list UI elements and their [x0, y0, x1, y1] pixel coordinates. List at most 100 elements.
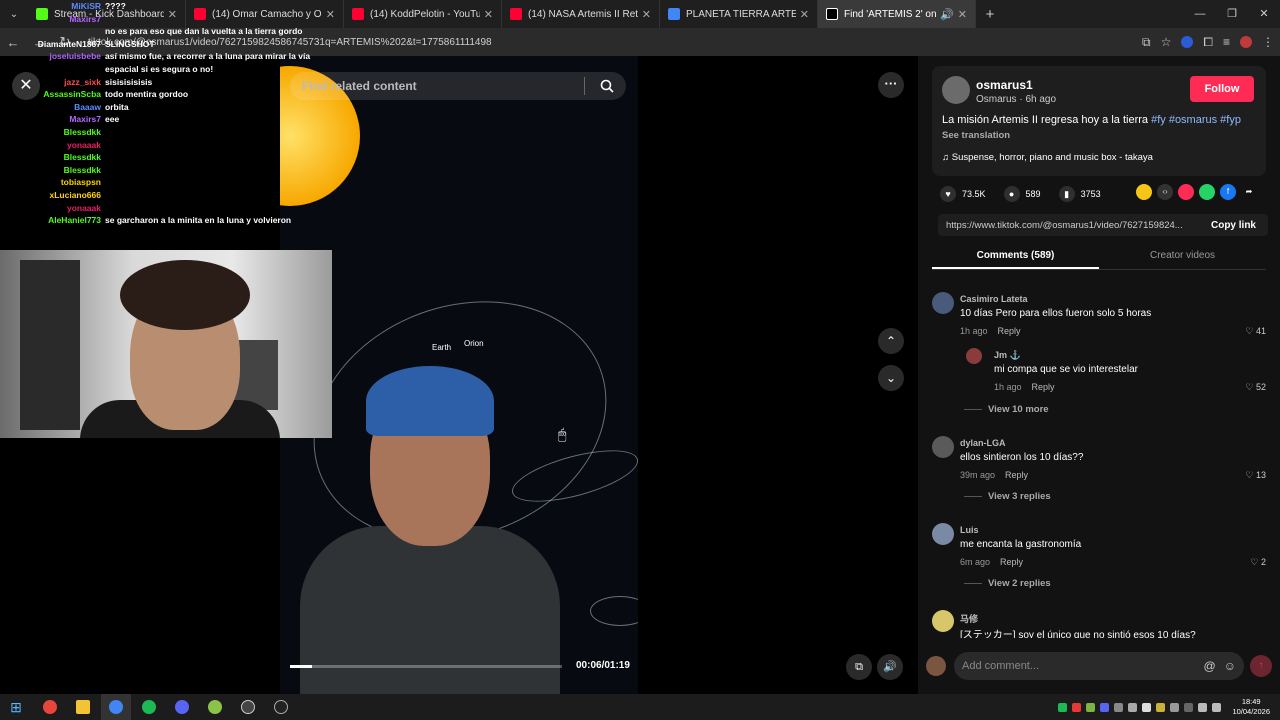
browser-tab[interactable]: (14) NASA Artemis II Return To ✕ [502, 0, 660, 28]
chrome-taskbar-icon[interactable] [35, 694, 65, 720]
file-explorer-icon[interactable] [68, 694, 98, 720]
chat-username[interactable]: Baaaw [0, 101, 105, 114]
new-tab-button[interactable]: + [976, 6, 1004, 23]
reply-button[interactable]: Reply [1032, 382, 1055, 392]
next-video-button[interactable]: ⌄ [878, 365, 904, 391]
tray-icon[interactable] [1156, 702, 1166, 712]
extension-icon[interactable] [1181, 36, 1194, 48]
facebook-icon[interactable]: f [1220, 184, 1236, 200]
restore-icon[interactable]: ❐ [1216, 0, 1248, 28]
chat-username[interactable] [0, 25, 105, 38]
search-input[interactable]: Find related content [302, 79, 584, 93]
emoji-picker-icon[interactable]: ☺ [1224, 659, 1236, 673]
save-button[interactable]: ▮ 3753 [1058, 186, 1101, 202]
reply-button[interactable]: Reply [1000, 557, 1023, 567]
commenter-avatar[interactable] [932, 292, 954, 314]
add-comment-input[interactable]: Add comment... @ ☺ [954, 652, 1244, 680]
mention-icon[interactable]: @ [1204, 659, 1216, 673]
chat-username[interactable]: yonaaak [0, 202, 105, 215]
copy-link-button[interactable]: Copy link [1199, 220, 1268, 231]
reply-button[interactable]: Reply [998, 326, 1021, 336]
chat-username[interactable]: AssassinScba [0, 88, 105, 101]
embed-icon[interactable]: ‹› [1157, 184, 1173, 200]
chat-username[interactable]: Blessdkk [0, 151, 105, 164]
media-control-icon[interactable]: ≡ [1223, 35, 1230, 49]
start-icon[interactable]: ⊞ [0, 699, 32, 716]
tray-icon[interactable] [1128, 702, 1138, 712]
volume-tray-icon[interactable] [1212, 702, 1222, 712]
comment-button[interactable]: ● 589 [1003, 186, 1041, 202]
tab-creator-videos[interactable]: Creator videos [1099, 246, 1266, 269]
commenter-avatar[interactable] [932, 523, 954, 545]
tray-icon[interactable] [1170, 702, 1180, 712]
app-icon[interactable] [200, 694, 230, 720]
browser-menu-icon[interactable]: ⋮ [1262, 35, 1274, 49]
wifi-icon[interactable] [1198, 702, 1208, 712]
comment-like[interactable]: ♡ 13 [1245, 470, 1266, 481]
post-comment-button[interactable]: ↑ [1250, 655, 1272, 677]
kick-app-icon[interactable] [266, 694, 296, 720]
chat-username[interactable]: AleHaniel773 [0, 214, 105, 227]
related-search-box[interactable]: Find related content [290, 72, 626, 100]
more-options-button[interactable]: ··· [878, 72, 904, 98]
discord-icon[interactable] [167, 694, 197, 720]
close-tab-icon[interactable]: ✕ [958, 8, 967, 21]
reply-button[interactable]: Reply [1005, 470, 1028, 480]
chat-username[interactable]: DiamanteN1867 [0, 38, 105, 51]
follow-button[interactable]: Follow [1190, 76, 1254, 102]
tray-icon[interactable] [1058, 702, 1068, 712]
share-link-text[interactable]: https://www.tiktok.com/@osmarus1/video/7… [938, 220, 1199, 231]
spotify-icon[interactable] [134, 694, 164, 720]
obs-icon[interactable] [233, 694, 263, 720]
tray-icon[interactable] [1114, 702, 1124, 712]
profile-avatar-icon[interactable] [1240, 36, 1252, 48]
like-button[interactable]: ♥ 73.5K [940, 186, 986, 202]
chat-username[interactable]: Maxirs7 [0, 113, 105, 126]
chat-username[interactable]: yonaaak [0, 139, 105, 152]
tray-icon[interactable] [1100, 702, 1110, 712]
close-tab-icon[interactable]: ✕ [642, 8, 651, 21]
browser-tab[interactable]: PLANETA TIERRA ARTEMIS 2 - ✕ [660, 0, 818, 28]
chat-username[interactable]: Blessdkk [0, 126, 105, 139]
close-window-icon[interactable]: ✕ [1248, 0, 1280, 28]
commenter-name[interactable]: Jm ⚓ [994, 350, 1021, 361]
whatsapp-icon[interactable] [1199, 184, 1215, 200]
tab-comments[interactable]: Comments (589) [932, 246, 1099, 269]
video-progress-bar[interactable] [290, 665, 562, 668]
volume-icon[interactable]: 🔊 [877, 654, 903, 680]
author-avatar[interactable] [942, 76, 970, 104]
author-name[interactable]: osmarus1 [976, 78, 1033, 92]
commenter-name[interactable]: 马修 [960, 612, 978, 625]
music-link[interactable]: ♫ Suspense, horror, piano and music box … [942, 152, 1153, 163]
install-app-icon[interactable]: ⧉ [1142, 35, 1151, 50]
tray-icon[interactable] [1142, 702, 1152, 712]
send-icon[interactable] [1178, 184, 1194, 200]
commenter-name[interactable]: dylan-LGA [960, 438, 1006, 448]
close-tab-icon[interactable]: ✕ [484, 8, 493, 21]
commenter-avatar[interactable] [932, 610, 954, 632]
share-arrow-icon[interactable]: ➦ [1241, 184, 1257, 200]
chat-username[interactable]: joseluisbebe [0, 50, 105, 63]
chat-username[interactable]: Maxirs7 [0, 13, 105, 26]
search-icon[interactable] [584, 77, 614, 95]
chat-username[interactable]: Blessdkk [0, 164, 105, 177]
extensions-puzzle-icon[interactable]: ⧠ [1203, 35, 1213, 50]
tray-icon[interactable] [1184, 702, 1194, 712]
view-more-replies[interactable]: View 10 more [964, 404, 1049, 415]
browser-tab[interactable]: (14) KoddPelotin - YouTube ✕ [344, 0, 502, 28]
floating-player-icon[interactable]: ⧉ [846, 654, 872, 680]
close-tab-icon[interactable]: ✕ [800, 8, 809, 21]
speaker-icon[interactable]: 🔊 [940, 8, 954, 21]
chat-username[interactable] [0, 63, 105, 76]
emoji-icon[interactable] [1136, 184, 1152, 200]
comment-like[interactable]: ♡ 52 [1245, 382, 1266, 393]
chrome-active-icon[interactable] [101, 694, 131, 720]
caption-hashtags[interactable]: #fy #osmarus #fyp [1151, 114, 1241, 126]
commenter-avatar[interactable] [932, 436, 954, 458]
commenter-avatar[interactable] [966, 348, 982, 364]
view-more-replies[interactable]: View 2 replies [964, 578, 1051, 589]
minimize-icon[interactable]: — [1184, 0, 1216, 28]
commenter-name[interactable]: Casimiro Lateta [960, 294, 1028, 304]
chat-username[interactable]: tobiaspsn [0, 176, 105, 189]
comment-like[interactable]: ♡ 2 [1250, 557, 1266, 568]
